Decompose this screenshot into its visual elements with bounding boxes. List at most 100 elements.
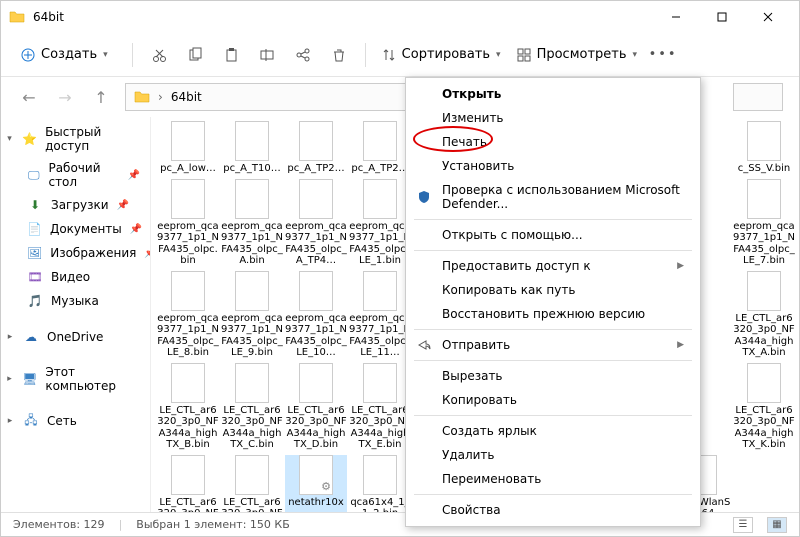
file-item[interactable]: LE_CTL_ar6320_3p0_NFA344a_highTX_D.bin — [285, 363, 347, 451]
file-item[interactable]: LE_CTL_ar6320_3p0_NFA344a_highTX_B.bin — [157, 363, 219, 451]
ctx-defender[interactable]: Проверка с использованием Microsoft Defe… — [406, 178, 700, 216]
ctx-send-to[interactable]: Отправить▶ — [406, 333, 700, 357]
file-item[interactable]: eeprom_qca9377_1p1_NFA435_olpc_LE_1.bin — [349, 179, 411, 267]
file-item[interactable]: qca61x4_1_1_2.bin — [349, 455, 411, 513]
sidebar-downloads[interactable]: ⬇Загрузки📌 — [1, 193, 150, 217]
cut-button[interactable] — [149, 45, 169, 65]
ctx-open-with[interactable]: Открыть с помощью... — [406, 223, 700, 247]
icons-view-button[interactable]: ▦ — [767, 517, 787, 533]
file-icon — [747, 363, 781, 403]
file-item[interactable]: pc_A_low… — [157, 121, 219, 175]
sidebar-desktop[interactable]: 🖵Рабочий стол📌 — [1, 157, 150, 193]
file-icon — [363, 121, 397, 161]
file-item[interactable]: LE_CTL_ar6320_3p0_NFA344a_highTX_L.bin — [157, 455, 219, 513]
sidebar-pictures[interactable]: 🖼Изображения📌 — [1, 241, 150, 265]
music-icon: 🎵 — [27, 293, 43, 309]
ctx-restore-prev[interactable]: Восстановить прежнюю версию — [406, 302, 700, 326]
file-item[interactable]: eeprom_qca9377_1p1_NFA435_olpc_LE_9.bin — [221, 271, 283, 359]
file-item[interactable]: eeprom_qca9377_1p1_NFA435_olpc_A_TP4… — [285, 179, 347, 267]
file-name: LE_CTL_ar6320_3p0_NFA344a_highTX_B.bin — [157, 405, 219, 451]
sort-button[interactable]: Сортировать ▾ — [382, 47, 501, 62]
file-icon — [235, 179, 269, 219]
chevron-right-icon: ▶ — [677, 340, 684, 350]
file-item[interactable]: eeprom_qca9377_1p1_NFA435_olpc.bin — [157, 179, 219, 267]
ctx-print[interactable]: Печать — [406, 130, 700, 154]
minimize-button[interactable] — [653, 1, 699, 33]
file-item[interactable]: eeprom_qca9377_1p1_NFA435_olpc_A.bin — [221, 179, 283, 267]
separator — [132, 43, 133, 67]
ctx-rename[interactable]: Переименовать — [406, 467, 700, 491]
file-item[interactable]: pc_A_T10… — [221, 121, 283, 175]
file-icon — [363, 363, 397, 403]
close-button[interactable] — [745, 1, 791, 33]
file-icon — [235, 121, 269, 161]
file-item[interactable]: eeprom_qca9377_1p1_NFA435_olpc_LE_11… — [349, 271, 411, 359]
details-view-button[interactable]: ☰ — [733, 517, 753, 533]
ctx-delete[interactable]: Удалить — [406, 443, 700, 467]
file-icon — [235, 455, 269, 495]
pin-icon: 📌 — [117, 200, 129, 211]
forward-button[interactable]: → — [53, 85, 77, 109]
file-name: eeprom_qca9377_1p1_NFA435_olpc_A_TP4… — [285, 221, 347, 267]
sidebar-documents[interactable]: 📄Документы📌 — [1, 217, 150, 241]
file-name: eeprom_qca9377_1p1_NFA435_olpc_LE_9.bin — [221, 313, 283, 359]
ctx-copy-as-path[interactable]: Копировать как путь — [406, 278, 700, 302]
file-name: pc_A_TP2… — [285, 163, 347, 175]
more-button[interactable]: ••• — [653, 45, 673, 65]
separator — [414, 250, 692, 251]
ctx-properties[interactable]: Свойства — [406, 498, 700, 522]
plus-icon — [21, 48, 35, 62]
file-item[interactable]: pc_A_TP2… — [285, 121, 347, 175]
file-icon — [171, 121, 205, 161]
desktop-icon: 🖵 — [27, 167, 40, 183]
file-name: eeprom_qca9377_1p1_NFA435_olpc_LE_7.bin — [733, 221, 795, 267]
search-box[interactable] — [733, 83, 783, 111]
pin-icon: 📌 — [128, 170, 140, 181]
sidebar-network[interactable]: ▸🖧Сеть — [1, 409, 150, 433]
file-item[interactable]: eeprom_qca9377_1p1_NFA435_olpc_LE_7.bin — [733, 179, 795, 267]
sidebar-quick-access[interactable]: ▾⭐Быстрый доступ — [1, 121, 150, 157]
paste-button[interactable] — [221, 45, 241, 65]
file-item[interactable]: LE_CTL_ar6320_3p0_NFA344a_highTX_E.bin — [349, 363, 411, 451]
folder-icon — [9, 9, 25, 25]
star-icon: ⭐ — [22, 131, 37, 147]
back-button[interactable]: ← — [17, 85, 41, 109]
ctx-open[interactable]: Открыть — [406, 82, 700, 106]
file-item[interactable]: LE_CTL_ar6320_3p0_NFA344a_highTX_K.bin — [733, 363, 795, 451]
rename-button[interactable] — [257, 45, 277, 65]
file-item[interactable]: LE_CTL_ar6320_3p0_NFA344a_highTX_A.bin — [733, 271, 795, 359]
file-name: LE_CTL_ar6320_3p0_NFA344a_highTX_E.bin — [349, 405, 411, 451]
ctx-shortcut[interactable]: Создать ярлык — [406, 419, 700, 443]
file-icon — [363, 271, 397, 311]
sidebar-this-pc[interactable]: ▸🖥Этот компьютер — [1, 361, 150, 397]
sidebar-video[interactable]: 🎞Видео — [1, 265, 150, 289]
ctx-edit[interactable]: Изменить — [406, 106, 700, 130]
delete-button[interactable] — [329, 45, 349, 65]
ctx-cut[interactable]: Вырезать — [406, 364, 700, 388]
ctx-copy[interactable]: Копировать — [406, 388, 700, 412]
new-button[interactable]: Создать ▾ — [13, 43, 116, 66]
file-item[interactable]: pc_A_TP2… — [349, 121, 411, 175]
cloud-icon: ☁ — [23, 329, 39, 345]
file-item[interactable]: eeprom_qca9377_1p1_NFA435_olpc_LE_8.bin — [157, 271, 219, 359]
sidebar-onedrive[interactable]: ▸☁OneDrive — [1, 325, 150, 349]
share-button[interactable] — [293, 45, 313, 65]
path-segment[interactable]: 64bit — [171, 90, 202, 104]
file-item[interactable]: LE_CTL_ar6320_3p0_NFA344a_highTX_M.bin — [221, 455, 283, 513]
file-item[interactable]: c_SS_V.bin — [733, 121, 795, 175]
ctx-give-access[interactable]: Предоставить доступ к▶ — [406, 254, 700, 278]
copy-button[interactable] — [185, 45, 205, 65]
maximize-button[interactable] — [699, 1, 745, 33]
up-button[interactable]: ↑ — [89, 85, 113, 109]
file-item[interactable]: eeprom_qca9377_1p1_NFA435_olpc_LE_10… — [285, 271, 347, 359]
file-item[interactable]: LE_CTL_ar6320_3p0_NFA344a_highTX_C.bin — [221, 363, 283, 451]
item-count: Элементов: 129 — [13, 518, 105, 531]
file-item[interactable]: netathr10x — [285, 455, 347, 513]
sidebar-music[interactable]: 🎵Музыка — [1, 289, 150, 313]
separator — [414, 494, 692, 495]
view-button[interactable]: Просмотреть ▾ — [517, 47, 637, 62]
ctx-install[interactable]: Установить — [406, 154, 700, 178]
chevron-down-icon: ▾ — [103, 50, 108, 60]
file-name: eeprom_qca9377_1p1_NFA435_olpc_LE_8.bin — [157, 313, 219, 359]
pc-icon: 🖥 — [22, 371, 37, 387]
